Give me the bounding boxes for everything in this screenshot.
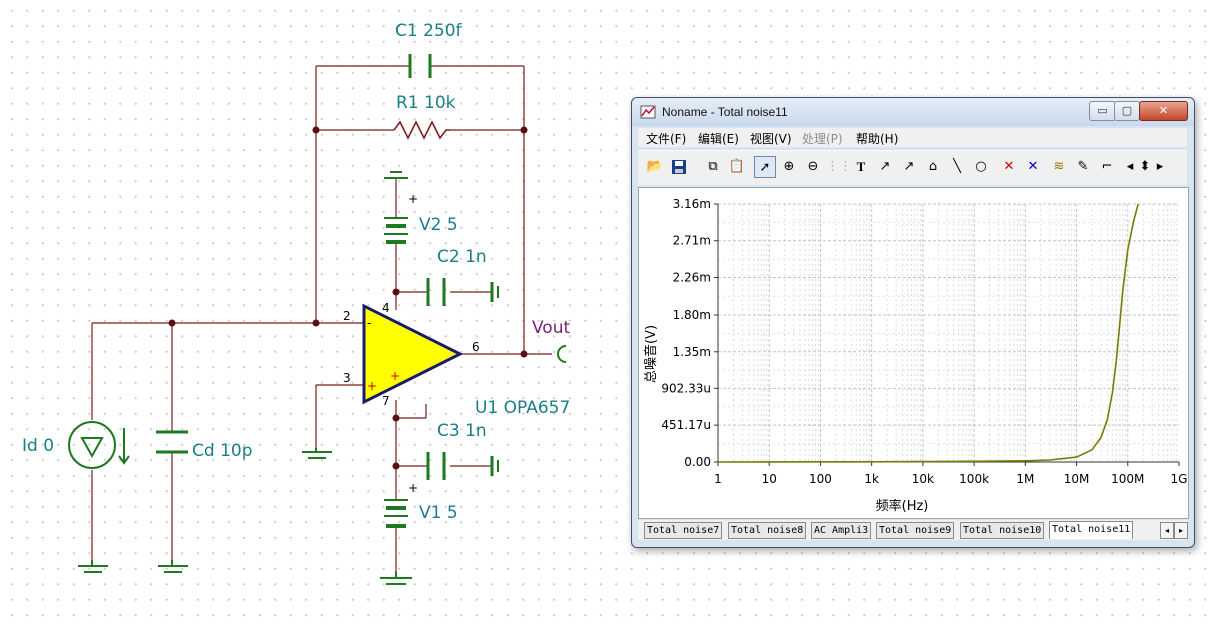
noise-chart[interactable]: 0.00 451.17u 902.33u 1.35m 1.80m 2.26m 2.71m 3.… <box>639 188 1188 518</box>
ellipse-icon[interactable]: ○ <box>970 156 992 178</box>
svg-text:+: + <box>367 379 377 393</box>
tab-bar: Total noise7 Total noise8 AC Ampli3 Tota… <box>638 520 1188 540</box>
scroll-left-icon[interactable]: ◂ <box>1124 156 1136 178</box>
menu-bar: 文件(F) 编辑(E) 视图(V) 处理(P) 帮助(H) <box>638 128 1187 147</box>
x-tick-label: 10k <box>912 472 934 486</box>
y-tick-label: 2.71m <box>673 234 711 248</box>
menu-process[interactable]: 处理(P) <box>802 130 843 147</box>
save-icon[interactable] <box>668 156 690 178</box>
pin-7-label: 7 <box>382 394 390 408</box>
v2-plus-sign: + <box>408 192 418 206</box>
y-tick-label: 3.16m <box>673 197 711 211</box>
y-tick-label: 451.17u <box>661 418 711 432</box>
curves-icon[interactable]: ≋ <box>1048 156 1070 178</box>
maximize-button[interactable]: ▢ <box>1114 101 1140 121</box>
tab-scroll-left[interactable]: ◂ <box>1160 522 1174 539</box>
x-tick-label: 1k <box>864 472 879 486</box>
line-icon[interactable]: ╲ <box>946 156 968 178</box>
copy-icon[interactable]: ⧉ <box>702 156 724 178</box>
x-tick-label: 100M <box>1111 472 1144 486</box>
tab-total-noise9[interactable]: Total noise9 <box>876 522 955 539</box>
x-axis-label: 频率(Hz) <box>876 498 929 514</box>
plot-area[interactable]: 0.00 451.17u 902.33u 1.35m 1.80m 2.26m 2.71m 3.… <box>638 187 1189 519</box>
noise-analysis-window: Noname - Total noise11 ▭ ▢ ✕ 文件(F) 编辑(E)… <box>631 97 1195 548</box>
step-icon[interactable]: ⌐ <box>1096 156 1118 178</box>
tab-total-noise11[interactable]: Total noise11 <box>1049 521 1134 539</box>
x-tick-label: 10M <box>1064 472 1090 486</box>
probe-icon[interactable]: ✎ <box>1072 156 1094 178</box>
y-tick-label: 902.33u <box>661 381 711 395</box>
x-tick-label: 1 <box>714 472 722 486</box>
scroll-right-icon[interactable]: ▸ <box>1154 156 1166 178</box>
menu-file[interactable]: 文件(F) <box>646 130 686 147</box>
y-tick-label: 0.00 <box>684 455 711 469</box>
tab-ac-ampli3[interactable]: AC Ampli3 <box>811 522 872 539</box>
title-bar[interactable]: Noname - Total noise11 ▭ ▢ ✕ <box>632 98 1194 126</box>
x-tick-labels: 1 10 100 1k 10k 100k 1M 10M 100M 1G <box>714 472 1187 486</box>
text-icon[interactable]: T <box>850 156 872 178</box>
y-tick-label: 1.80m <box>673 308 711 322</box>
svg-text:+: + <box>390 369 400 383</box>
components <box>68 54 567 585</box>
axis-label-icon[interactable]: ⌂ <box>922 156 944 178</box>
cursor-a-icon[interactable]: ✕ <box>998 156 1020 178</box>
label-v2[interactable]: V2 5 <box>419 215 458 235</box>
minimize-button[interactable]: ▭ <box>1089 101 1116 121</box>
y-axis-label: 总噪音(V) <box>643 325 659 383</box>
toolbar: 📂 ⧉ 📋 ➚ ⊕ ⊖ ⋮⋮ T ↗ ↗ ⌂ ╲ ○ ✕ ✕ ≋ ✎ ⌐ ◂ ⬍… <box>638 150 1187 185</box>
label-vout[interactable]: Vout <box>532 318 570 338</box>
app-icon <box>640 105 656 119</box>
grid-icon[interactable]: ⋮⋮ <box>826 156 852 178</box>
tab-scroll-right[interactable]: ▸ <box>1174 522 1188 539</box>
chart-grid <box>717 203 1179 463</box>
opamp-U1[interactable] <box>362 303 464 405</box>
circuit-schematic[interactable]: - + + 2 3 4 6 7 + + C1 250f R1 10k V2 5 … <box>0 0 630 627</box>
x-tick-label: 100 <box>809 472 832 486</box>
label-c3[interactable]: C3 1n <box>437 421 487 441</box>
pin-6-label: 6 <box>472 340 480 354</box>
zoom-100-icon[interactable]: ⊖ <box>802 156 824 178</box>
pin-2-label: 2 <box>343 309 351 323</box>
x-tick-label: 100k <box>959 472 989 486</box>
x-tick-label: 10 <box>762 472 777 486</box>
wires <box>91 65 552 572</box>
chart-axes <box>714 203 1180 466</box>
label-c1[interactable]: C1 250f <box>395 21 463 41</box>
y-tick-label: 1.35m <box>673 345 711 359</box>
v1-plus-sign: + <box>408 481 418 495</box>
label-cd[interactable]: Cd 10p <box>192 441 253 461</box>
label-c2[interactable]: C2 1n <box>437 247 487 267</box>
menu-help[interactable]: 帮助(H) <box>856 130 898 147</box>
menu-edit[interactable]: 编辑(E) <box>698 130 739 147</box>
label-v1[interactable]: V1 5 <box>419 503 458 523</box>
curve-label-2-icon[interactable]: ↗ <box>898 156 920 178</box>
x-tick-label: 1G <box>1171 472 1188 486</box>
label-r1[interactable]: R1 10k <box>396 93 456 113</box>
pin-4-label: 4 <box>382 301 390 315</box>
open-icon[interactable]: 📂 <box>644 156 666 178</box>
curve-label-icon[interactable]: ↗ <box>874 156 896 178</box>
x-tick-label: 1M <box>1016 472 1034 486</box>
close-button[interactable]: ✕ <box>1139 101 1188 121</box>
cursor-b-icon[interactable]: ✕ <box>1022 156 1044 178</box>
pin-3-label: 3 <box>343 371 351 385</box>
pointer-icon[interactable]: ➚ <box>754 156 776 178</box>
scroll-updown-icon[interactable]: ⬍ <box>1138 156 1152 178</box>
paste-icon[interactable]: 📋 <box>726 156 748 178</box>
y-tick-label: 2.26m <box>673 270 711 284</box>
junction-dots <box>168 126 528 470</box>
y-tick-labels: 0.00 451.17u 902.33u 1.35m 1.80m 2.26m 2.71m 3.… <box>661 197 711 469</box>
svg-text:-: - <box>367 316 371 330</box>
label-id0[interactable]: Id 0 <box>22 436 54 456</box>
tab-total-noise10[interactable]: Total noise10 <box>960 522 1045 539</box>
tab-total-noise8[interactable]: Total noise8 <box>728 522 807 539</box>
menu-view[interactable]: 视图(V) <box>750 130 792 147</box>
window-title: Noname - Total noise11 <box>662 105 788 119</box>
tab-total-noise7[interactable]: Total noise7 <box>644 522 723 539</box>
zoom-in-icon[interactable]: ⊕ <box>778 156 800 178</box>
label-u1[interactable]: U1 OPA657 <box>475 398 570 418</box>
